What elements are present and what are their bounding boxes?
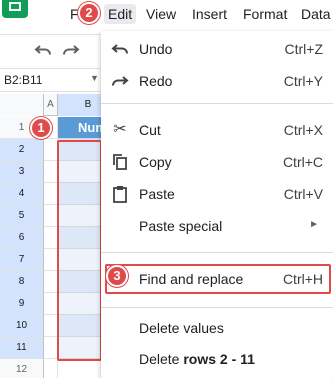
row-header[interactable]: 7 [0, 249, 44, 271]
menu-item-paste-special[interactable]: Paste special ► [101, 212, 333, 240]
menu-item-cut[interactable]: ✂ Cut Ctrl+X [101, 116, 333, 144]
menu-item-label: Paste [139, 186, 175, 202]
menu-edit[interactable]: Edit [104, 4, 137, 24]
step-marker-2: 2 [78, 2, 100, 24]
menu-separator [101, 252, 333, 253]
copy-icon [111, 153, 129, 171]
menu-item-shortcut: Ctrl+Z [284, 41, 324, 57]
menu-item-shortcut: Ctrl+V [283, 186, 323, 202]
menu-item-undo[interactable]: Undo Ctrl+Z [101, 35, 333, 63]
menu-item-redo[interactable]: Redo Ctrl+Y [101, 67, 333, 95]
undo-icon [111, 40, 129, 58]
row-header[interactable]: 5 [0, 205, 44, 227]
menu-bar: File Edit View Insert Format Data [0, 0, 333, 31]
redo-icon[interactable] [62, 43, 80, 57]
step-marker-1: 1 [30, 117, 52, 139]
cell-a[interactable] [44, 161, 58, 183]
cell-a[interactable] [44, 337, 58, 359]
edit-menu-dropdown: Undo Ctrl+Z Redo Ctrl+Y ✂ Cut Ctrl+X Cop… [101, 31, 333, 378]
menu-item-label: Delete values [139, 320, 224, 336]
redo-icon [111, 72, 129, 90]
menu-item-label: Undo [139, 41, 173, 57]
menu-item-label: Cut [139, 122, 161, 138]
menu-item-copy[interactable]: Copy Ctrl+C [101, 148, 333, 176]
menu-format[interactable]: Format [243, 6, 287, 22]
menu-item-label: Paste special [139, 218, 223, 234]
row-header[interactable]: 3 [0, 161, 44, 183]
menu-insert[interactable]: Insert [192, 6, 227, 22]
menu-separator [101, 103, 333, 104]
menu-item-label: Redo [139, 73, 173, 89]
chevron-down-icon[interactable]: ▼ [90, 73, 99, 83]
row-header[interactable]: 8 [0, 271, 44, 293]
row-header[interactable]: 10 [0, 315, 44, 337]
cell-a[interactable] [44, 205, 58, 227]
menu-item-label-bold: rows 2 - 11 [183, 351, 255, 367]
menu-view[interactable]: View [146, 6, 176, 22]
row-header[interactable]: 9 [0, 293, 44, 315]
chevron-right-icon: ► [309, 219, 319, 230]
menu-item-paste[interactable]: Paste Ctrl+V [101, 180, 333, 208]
menu-separator [101, 307, 333, 308]
cell-a[interactable] [44, 271, 58, 293]
clipboard-icon [111, 185, 129, 203]
row-header[interactable]: 4 [0, 183, 44, 205]
cell-a[interactable] [44, 139, 58, 161]
menu-item-label: Delete rows 2 - 11 [139, 351, 255, 367]
sheets-logo-icon[interactable] [2, 0, 28, 18]
cell-a[interactable] [44, 315, 58, 337]
menu-item-delete-rows[interactable]: Delete rows 2 - 11 [101, 345, 333, 373]
row-header[interactable]: 12 [0, 359, 44, 378]
selection-highlight [57, 140, 102, 361]
cell-a[interactable] [44, 183, 58, 205]
menu-item-delete-values[interactable]: Delete values [101, 314, 333, 342]
menu-item-shortcut: Ctrl+X [283, 122, 323, 138]
find-replace-highlight [105, 264, 331, 294]
undo-icon[interactable] [34, 43, 52, 57]
cell-a[interactable] [44, 293, 58, 315]
menu-data[interactable]: Data [301, 6, 331, 22]
name-box[interactable]: B2:B11 [4, 73, 42, 87]
step-marker-3: 3 [106, 265, 128, 287]
scissors-icon: ✂ [113, 121, 127, 138]
cell-a[interactable] [44, 249, 58, 271]
row-header[interactable]: 6 [0, 227, 44, 249]
column-header-a[interactable]: A [44, 94, 58, 116]
menu-item-label-prefix: Delete [139, 351, 184, 367]
menu-item-shortcut: Ctrl+C [282, 154, 323, 170]
row-header[interactable]: 11 [0, 337, 44, 359]
row-header[interactable]: 2 [0, 139, 44, 161]
select-all-corner[interactable] [0, 94, 44, 116]
menu-item-label: Copy [139, 154, 172, 170]
cell-a[interactable] [44, 227, 58, 249]
cell-a[interactable] [44, 359, 58, 378]
menu-item-shortcut: Ctrl+Y [283, 73, 323, 89]
